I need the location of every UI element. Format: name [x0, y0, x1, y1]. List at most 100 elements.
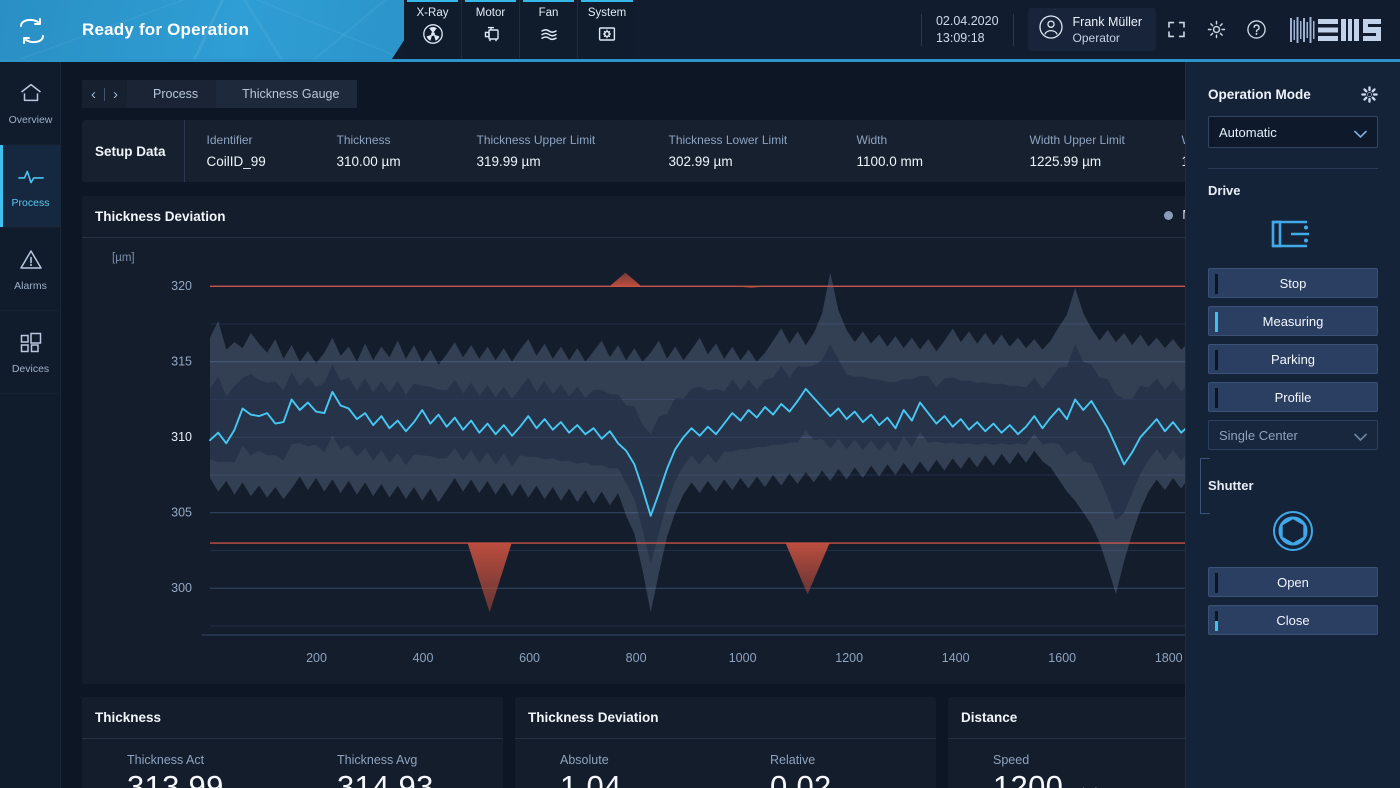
breadcrumb: ‹ › Process Thickness Gauge	[82, 80, 357, 108]
user-account-button[interactable]: Frank Müller Operator	[1028, 8, 1156, 51]
user-role: Operator	[1073, 31, 1142, 45]
legend-entry-max[interactable]: Max	[1164, 208, 1185, 222]
avatar	[1038, 14, 1064, 45]
metric-card-thickness: Thickness Thickness Act 313.99 µm Thickn…	[82, 697, 503, 788]
legend-color-swatch	[1164, 211, 1173, 220]
drive-parking-button[interactable]: Parking	[1208, 344, 1378, 374]
drive-measuring-button[interactable]: Measuring	[1208, 306, 1378, 336]
setup-field-value: 302.99 µm	[669, 154, 835, 169]
settings-gear-icon[interactable]	[1203, 17, 1229, 43]
sidebar-item-process[interactable]: Process	[0, 145, 61, 228]
date-text: 02.04.2020	[936, 14, 999, 28]
metric-field: Thickness Avg 314.93 µm	[292, 753, 502, 788]
breadcrumb-divider	[104, 88, 105, 101]
drive-profile-button[interactable]: Profile	[1208, 382, 1378, 412]
svg-text:600: 600	[519, 651, 540, 665]
metric-field: Absolute 1.04 µm	[515, 753, 725, 788]
metric-label: Thickness Avg	[337, 753, 502, 767]
breadcrumb-item-process[interactable]: Process	[127, 80, 216, 108]
metric-card-body: Speed 1200 m/min	[948, 739, 1185, 788]
metric-label: Relative	[770, 753, 935, 767]
breadcrumb-item-thickness-gauge[interactable]: Thickness Gauge	[216, 80, 357, 108]
chart-plot-area: [µm] 30030531031532020040060080010001200…	[82, 238, 1185, 684]
chart-header: Thickness Deviation Max	[82, 196, 1185, 238]
operation-mode-select[interactable]: Automatic	[1208, 116, 1378, 148]
state-indicator	[1215, 388, 1218, 408]
waveform-icon	[18, 164, 44, 190]
setup-field-value: 310.00 µm	[337, 154, 455, 169]
shutter-section-title: Shutter	[1208, 478, 1400, 493]
profile-type-select[interactable]: Single Center	[1208, 420, 1378, 450]
setup-field-label: Identifier	[207, 133, 315, 147]
help-icon[interactable]	[1243, 17, 1269, 43]
ims-brand-logo	[1290, 15, 1382, 45]
chevron-down-icon	[1354, 430, 1367, 445]
svg-text:1600: 1600	[1048, 651, 1076, 665]
state-indicator	[1215, 573, 1218, 593]
setup-field-label: Thickness	[337, 133, 455, 147]
metric-card-header: Thickness	[82, 697, 503, 739]
metric-card-thickness-deviation: Thickness Deviation Absolute 1.04 µm Rel…	[515, 697, 936, 788]
settings-gear-icon[interactable]	[1361, 86, 1378, 103]
sidebar-item-alarms[interactable]: Alarms	[0, 228, 61, 311]
status-tab-fan[interactable]: Fan	[520, 0, 578, 58]
control-panel: Operation Mode Automatic Drive	[1185, 62, 1400, 788]
metric-field: Thickness Act 313.99 µm	[82, 753, 292, 788]
breadcrumb-back-button[interactable]: ‹	[91, 87, 96, 102]
state-indicator	[1215, 611, 1218, 631]
status-tab-xray[interactable]: X-Ray	[404, 0, 462, 58]
svg-text:200: 200	[306, 651, 327, 665]
svg-text:1000: 1000	[729, 651, 757, 665]
svg-text:400: 400	[413, 651, 434, 665]
drive-stop-button[interactable]: Stop	[1208, 268, 1378, 298]
profile-group-bracket	[1200, 458, 1210, 514]
devices-grid-icon	[18, 330, 44, 356]
panel-expander-chevron[interactable]: ›	[1178, 74, 1185, 100]
status-tab-label: Motor	[476, 7, 505, 19]
sidebar-item-devices[interactable]: Devices	[0, 311, 61, 394]
status-tab-motor[interactable]: Motor	[462, 0, 520, 58]
state-indicator	[1215, 312, 1218, 332]
chart-svg: 3003053103153202004006008001000120014001…	[82, 238, 1185, 684]
fan-waves-icon	[538, 23, 560, 45]
setup-field-value: 319.99 µm	[477, 154, 647, 169]
metric-value: 313.99	[127, 769, 224, 788]
main-content: ‹ › Process Thickness Gauge › Setup Data…	[61, 62, 1185, 788]
header-right-cluster: 02.04.2020 13:09:18 Frank Müller Operato…	[907, 0, 1400, 59]
svg-text:1200: 1200	[835, 651, 863, 665]
metric-card-header: Distance	[948, 697, 1185, 739]
sidebar-item-label: Alarms	[14, 280, 47, 292]
svg-text:800: 800	[626, 651, 647, 665]
setup-data-title: Setup Data	[82, 120, 185, 182]
setup-field: Width Upper Limit 1225.99 µm	[1008, 120, 1160, 182]
shutter-close-button[interactable]: Close	[1208, 605, 1378, 635]
shutter-open-button[interactable]: Open	[1208, 567, 1378, 597]
setup-field-label: Width	[857, 133, 1008, 147]
setup-field-label: Thickness Upper Limit	[477, 133, 647, 147]
operation-mode-title: Operation Mode	[1208, 87, 1311, 102]
metric-label: Speed	[993, 753, 1158, 767]
warning-triangle-icon	[18, 247, 44, 273]
fullscreen-icon[interactable]	[1163, 17, 1189, 43]
breadcrumb-forward-button[interactable]: ›	[113, 87, 118, 102]
main-sidebar: Overview Process Alarms	[0, 62, 61, 788]
user-name: Frank Müller	[1073, 15, 1142, 29]
chart-title: Thickness Deviation	[95, 209, 226, 224]
status-tab-system[interactable]: System	[578, 0, 636, 58]
status-tab-strip: X-Ray Motor	[404, 0, 636, 58]
sidebar-item-label: Process	[12, 197, 50, 209]
operation-status-text: Ready for Operation	[82, 20, 249, 40]
metric-value: 314.93	[337, 769, 434, 788]
status-tab-label: X-Ray	[417, 7, 449, 19]
metric-value: 1.04	[560, 769, 622, 788]
setup-field-label: Thickness Lower Limit	[669, 133, 835, 147]
aperture-icon	[1186, 509, 1400, 553]
setup-field-label: Width Upper Limit	[1030, 133, 1160, 147]
metric-field: Relative 0.02 %	[725, 753, 935, 788]
status-tab-label: Fan	[539, 7, 559, 19]
chevron-down-icon	[1354, 127, 1367, 142]
time-text: 13:09:18	[936, 31, 999, 45]
state-indicator	[1215, 274, 1218, 294]
sidebar-item-overview[interactable]: Overview	[0, 62, 61, 145]
setup-field: W 1	[1160, 120, 1185, 182]
